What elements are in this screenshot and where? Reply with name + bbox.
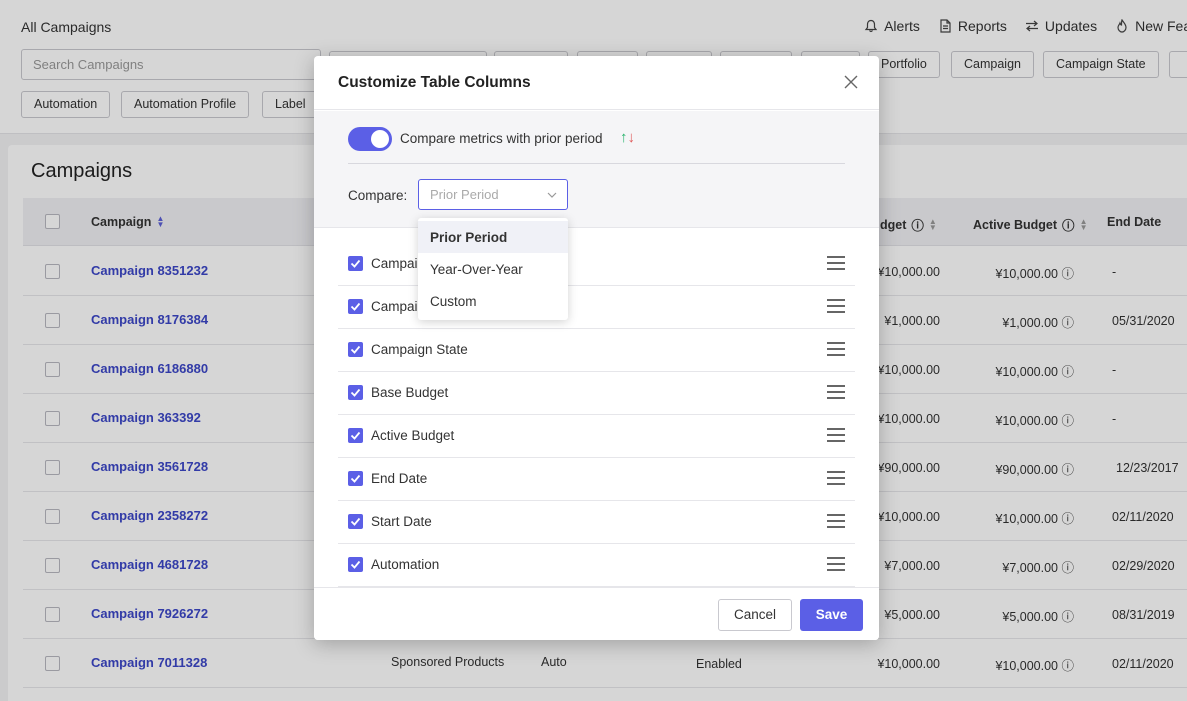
column-option[interactable]: Start Date — [338, 501, 855, 544]
column-checkbox[interactable] — [348, 385, 363, 400]
drag-handle-icon[interactable] — [827, 299, 845, 313]
column-checkbox[interactable] — [348, 342, 363, 357]
column-option[interactable]: Campaign — [338, 243, 855, 286]
column-option[interactable]: Active Budget — [338, 415, 855, 458]
column-checkbox[interactable] — [348, 471, 363, 486]
checkmark-icon — [350, 345, 361, 354]
drag-handle-icon[interactable] — [827, 256, 845, 270]
arrow-up-icon: ↑ — [620, 129, 628, 146]
checkmark-icon — [350, 259, 361, 268]
close-icon[interactable] — [843, 74, 859, 90]
arrow-down-icon: ↓ — [627, 129, 636, 146]
drag-handle-icon[interactable] — [827, 514, 845, 528]
modal-title: Customize Table Columns — [338, 74, 531, 91]
column-option[interactable]: Base Budget — [338, 372, 855, 415]
drag-handle-icon[interactable] — [827, 342, 845, 356]
checkmark-icon — [350, 431, 361, 440]
compare-dropdown: Prior Period Year-Over-Year Custom — [418, 218, 568, 320]
compare-toggle[interactable] — [348, 127, 392, 151]
checkmark-icon — [350, 517, 361, 526]
column-checkbox[interactable] — [348, 514, 363, 529]
column-option-label: End Date — [371, 471, 428, 486]
column-option-label: Active Budget — [371, 428, 455, 443]
modal-header: Customize Table Columns — [314, 56, 879, 110]
dropdown-option-custom[interactable]: Custom — [418, 285, 568, 317]
drag-handle-icon[interactable] — [827, 428, 845, 442]
checkmark-icon — [350, 560, 361, 569]
column-option-label: Start Date — [371, 514, 432, 529]
compare-settings: Compare metrics with prior period ↑↓ Com… — [314, 111, 879, 228]
drag-handle-icon[interactable] — [827, 557, 845, 571]
trend-arrows: ↑↓ — [620, 129, 635, 146]
checkmark-icon — [350, 302, 361, 311]
dropdown-option-year-over-year[interactable]: Year-Over-Year — [418, 253, 568, 285]
customize-columns-modal: Customize Table Columns Compare metrics … — [314, 56, 879, 640]
column-option-label: Campaign State — [371, 342, 468, 357]
compare-select-placeholder: Prior Period — [430, 187, 499, 202]
compare-toggle-label: Compare metrics with prior period — [400, 131, 603, 146]
checkmark-icon — [350, 474, 361, 483]
column-option[interactable]: Automation — [338, 544, 855, 587]
column-option-label: Base Budget — [371, 385, 449, 400]
save-button[interactable]: Save — [800, 599, 863, 631]
column-checkbox[interactable] — [348, 557, 363, 572]
drag-handle-icon[interactable] — [827, 385, 845, 399]
compare-label: Compare: — [348, 188, 408, 203]
column-list: Campaign Campaign Campaign State Base Bu… — [338, 243, 855, 587]
checkmark-icon — [350, 388, 361, 397]
compare-select[interactable]: Prior Period — [418, 179, 568, 210]
toggle-knob — [371, 130, 389, 148]
column-option-label: Automation — [371, 557, 440, 572]
column-checkbox[interactable] — [348, 299, 363, 314]
column-option[interactable]: End Date — [338, 458, 855, 501]
column-checkbox[interactable] — [348, 256, 363, 271]
cancel-button[interactable]: Cancel — [718, 599, 792, 631]
column-option[interactable]: Campaign State — [338, 329, 855, 372]
drag-handle-icon[interactable] — [827, 471, 845, 485]
modal-footer: Cancel Save — [314, 587, 879, 640]
divider — [348, 163, 845, 164]
column-checkbox[interactable] — [348, 428, 363, 443]
column-option[interactable]: Campaign — [338, 286, 855, 329]
chevron-down-icon — [547, 192, 557, 198]
dropdown-option-prior-period[interactable]: Prior Period — [418, 221, 568, 253]
